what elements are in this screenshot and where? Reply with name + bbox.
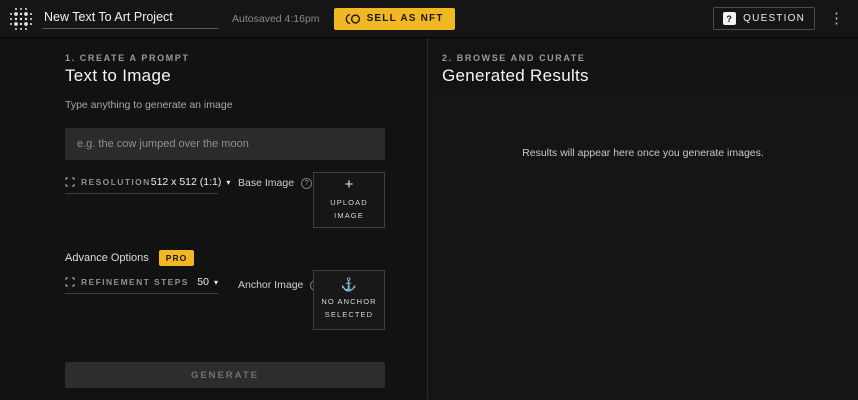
- upload-image-label: UPLOAD IMAGE: [314, 197, 384, 223]
- create-prompt-panel: 1. CREATE A PROMPT Text to Image Type an…: [0, 38, 428, 399]
- kebab-menu-icon[interactable]: ⋮: [825, 9, 848, 28]
- advance-options-label: Advance Options: [65, 252, 149, 264]
- question-mark-icon: ?: [723, 12, 736, 25]
- topbar-right-group: ? QUESTION ⋮: [713, 7, 848, 30]
- page-title-text-to-image: Text to Image: [65, 66, 171, 86]
- sell-as-nft-button[interactable]: SELL AS NFT: [334, 8, 455, 30]
- step-label-create-prompt: 1. CREATE A PROMPT: [65, 53, 189, 63]
- question-label: QUESTION: [743, 13, 805, 24]
- generated-results-panel: 2. BROWSE AND CURATE Generated Results R…: [428, 38, 858, 399]
- results-empty-area: Results will appear here once you genera…: [428, 97, 858, 399]
- step-label-browse-curate: 2. BROWSE AND CURATE: [442, 53, 586, 63]
- chevron-down-icon: ▾: [214, 278, 218, 287]
- top-bar: Autosaved 4:16pm SELL AS NFT ? QUESTION …: [0, 0, 858, 38]
- plus-icon: +: [345, 177, 354, 192]
- refinement-steps-label: REFINEMENT STEPS: [81, 277, 189, 287]
- base-image-label: Base Image: [238, 177, 294, 189]
- anchor-image-selector[interactable]: ⚓ NO ANCHOR SELECTED: [313, 270, 385, 330]
- refinement-steps-value: 50▾: [197, 276, 218, 288]
- chevron-down-icon: ▾: [226, 178, 230, 187]
- question-button[interactable]: ? QUESTION: [713, 7, 815, 30]
- anchor-icon: ⚓: [341, 278, 357, 291]
- generate-button[interactable]: GENERATE: [65, 362, 385, 388]
- prompt-input[interactable]: [65, 128, 385, 160]
- nft-coin-icon: [345, 13, 361, 25]
- no-anchor-selected-label: NO ANCHOR SELECTED: [321, 296, 376, 322]
- resolution-value: 512 x 512 (1:1)▾: [151, 176, 231, 188]
- prompt-caption: Type anything to generate an image: [65, 99, 233, 111]
- resolution-dropdown[interactable]: RESOLUTION 512 x 512 (1:1)▾: [65, 174, 218, 194]
- refinement-steps-dropdown[interactable]: REFINEMENT STEPS 50▾: [65, 274, 218, 294]
- base-image-label-group: Base Image ?: [238, 177, 312, 189]
- resolution-brackets-icon: [65, 177, 75, 187]
- main-area: 1. CREATE A PROMPT Text to Image Type an…: [0, 38, 858, 399]
- sell-as-nft-label: SELL AS NFT: [367, 13, 444, 24]
- refinement-brackets-icon: [65, 277, 75, 287]
- advance-options-row: Advance Options PRO: [65, 250, 194, 266]
- autosave-status: Autosaved 4:16pm: [232, 13, 320, 25]
- anchor-image-label: Anchor Image: [238, 279, 303, 291]
- project-title-input[interactable]: [42, 8, 218, 29]
- base-image-help-icon[interactable]: ?: [301, 178, 312, 189]
- results-empty-message: Results will appear here once you genera…: [428, 147, 858, 159]
- pro-badge: PRO: [159, 250, 194, 266]
- resolution-label: RESOLUTION: [81, 177, 151, 187]
- generated-results-title: Generated Results: [442, 66, 589, 86]
- upload-base-image-button[interactable]: + UPLOAD IMAGE: [313, 172, 385, 228]
- anchor-image-label-group: Anchor Image ?: [238, 279, 321, 291]
- app-logo-dots-icon[interactable]: [8, 6, 34, 32]
